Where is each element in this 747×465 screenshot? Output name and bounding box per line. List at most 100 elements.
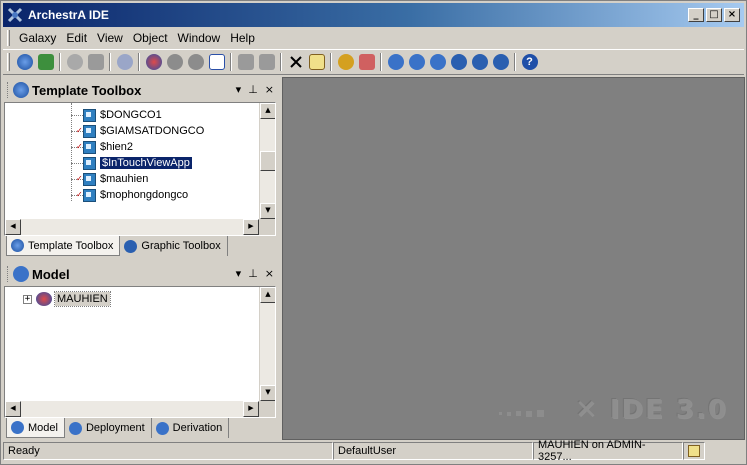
model-header[interactable]: Model ▾ ⊥ ×: [4, 262, 278, 286]
list-item[interactable]: ✓ $GIAMSATDONGCO: [71, 123, 204, 139]
template-toolbox-header[interactable]: Template Toolbox ▾ ⊥ ×: [4, 78, 278, 102]
properties-icon: [308, 54, 325, 70]
checkmark-button[interactable]: [469, 52, 490, 72]
status-user: DefaultUser: [333, 442, 533, 460]
status-galaxy: MAUHIEN on ADMIN-3257...: [533, 439, 683, 463]
scroll-down-button[interactable]: ▼: [260, 203, 275, 219]
tab-graphic-toolbox[interactable]: Graphic Toolbox: [120, 236, 228, 256]
template-toolbox-icon: [13, 82, 29, 98]
tab-template-toolbox[interactable]: Template Toolbox: [6, 236, 121, 256]
expand-icon[interactable]: +: [23, 294, 32, 304]
menu-window[interactable]: Window: [173, 31, 226, 45]
graphic-toolbox-tab-icon: [124, 239, 138, 253]
template-label: $DONGCO1: [100, 109, 162, 121]
pane-close-icon[interactable]: ×: [265, 267, 274, 280]
check-in-button[interactable]: [64, 52, 85, 72]
scroll-left-button[interactable]: ◀: [5, 401, 21, 417]
scroll-up-button[interactable]: ▲: [260, 287, 275, 303]
maximize-button[interactable]: □: [706, 8, 722, 22]
new-template-button[interactable]: [235, 52, 256, 72]
derivation-view-button[interactable]: [427, 52, 448, 72]
galaxy-icon: [16, 54, 33, 70]
horizontal-scrollbar[interactable]: ◀ ▶: [5, 401, 259, 417]
template-toolbox-title: Template Toolbox: [32, 82, 142, 98]
model-view-button[interactable]: [385, 52, 406, 72]
horizontal-scrollbar[interactable]: ◀ ▶: [5, 219, 259, 235]
scroll-left-button[interactable]: ◀: [5, 219, 21, 235]
resize-grip-icon[interactable]: [705, 442, 721, 460]
pane-close-icon[interactable]: ×: [265, 83, 274, 96]
archestra-logo-icon: [7, 7, 23, 23]
deployment-tab-icon: [68, 421, 82, 435]
check-in-icon: [66, 54, 83, 70]
list-item[interactable]: ✓ $mophongdongco: [71, 187, 188, 203]
deploy-icon: [145, 54, 162, 70]
link-button[interactable]: [114, 52, 135, 72]
model-tree[interactable]: + MAUHIEN ▲ ▼ ◀ ▶: [4, 286, 276, 418]
list-item[interactable]: $InTouchViewApp: [71, 155, 193, 171]
derivation-view-icon: [429, 54, 446, 70]
graphic-toolbox-icon: [450, 54, 467, 70]
scroll-right-button[interactable]: ▶: [243, 219, 259, 235]
model-view-icon: [387, 54, 404, 70]
pane-menu-icon[interactable]: ▾: [236, 267, 242, 280]
template-toolbox-pane: Template Toolbox ▾ ⊥ × $DONGCO1 ✓ $GIAMS…: [4, 78, 278, 257]
help-icon: ?: [521, 54, 538, 70]
title-bar[interactable]: ArchestrA IDE _ □ ×: [3, 3, 744, 27]
list-item[interactable]: $DONGCO1: [71, 107, 162, 123]
template-label-selected: $InTouchViewApp: [99, 156, 193, 170]
validate-button[interactable]: [206, 52, 227, 72]
menu-object[interactable]: Object: [128, 31, 173, 45]
editor-workspace[interactable]: ✕ IDE 3.0: [282, 77, 745, 440]
undeploy-button[interactable]: [164, 52, 185, 72]
import-button[interactable]: [35, 52, 56, 72]
deploy-button[interactable]: [143, 52, 164, 72]
checked-out-icon: ✓: [76, 141, 83, 151]
menu-galaxy[interactable]: Galaxy: [14, 31, 61, 45]
main-toolbar: ?: [3, 49, 744, 75]
menu-grip[interactable]: [7, 30, 10, 46]
toolbar-grip[interactable]: [7, 53, 10, 71]
menu-help[interactable]: Help: [225, 31, 260, 45]
redeploy-icon: [187, 54, 204, 70]
list-item[interactable]: ✓ $hien2: [71, 139, 133, 155]
new-instance-button[interactable]: [256, 52, 277, 72]
properties-button[interactable]: [306, 52, 327, 72]
scroll-down-button[interactable]: ▼: [260, 385, 275, 401]
template-label: $mophongdongco: [100, 189, 189, 201]
help-button[interactable]: ?: [519, 52, 540, 72]
template-icon: [83, 108, 96, 122]
model-title: Model: [32, 266, 70, 282]
graphic-toolbox-button[interactable]: [448, 52, 469, 72]
import-icon: [37, 54, 54, 70]
user-button[interactable]: [335, 52, 356, 72]
save-icon: [87, 54, 104, 70]
redeploy-button[interactable]: [185, 52, 206, 72]
scroll-right-button[interactable]: ▶: [243, 401, 259, 417]
config-button[interactable]: [356, 52, 377, 72]
model-icon: [13, 266, 29, 282]
menu-edit[interactable]: Edit: [61, 31, 92, 45]
delete-button[interactable]: [285, 52, 306, 72]
vertical-scrollbar[interactable]: ▲ ▼: [259, 103, 275, 219]
minimize-button[interactable]: _: [688, 8, 704, 22]
save-button[interactable]: [85, 52, 106, 72]
window-title: ArchestrA IDE: [28, 8, 109, 22]
template-tree[interactable]: $DONGCO1 ✓ $GIAMSATDONGCO ✓ $hien2 $InTo…: [4, 102, 276, 236]
list-item[interactable]: ✓ $mauhien: [71, 171, 148, 187]
pane-menu-icon[interactable]: ▾: [236, 83, 242, 96]
deployment-view-button[interactable]: [406, 52, 427, 72]
network-button[interactable]: [490, 52, 511, 72]
close-button[interactable]: ×: [724, 8, 740, 22]
vertical-scrollbar[interactable]: ▲ ▼: [259, 287, 275, 401]
pin-icon[interactable]: ⊥: [248, 267, 258, 280]
pin-icon[interactable]: ⊥: [248, 83, 258, 96]
scroll-up-button[interactable]: ▲: [260, 103, 275, 119]
tab-deployment[interactable]: Deployment: [65, 418, 152, 438]
menu-view[interactable]: View: [92, 31, 128, 45]
tab-model[interactable]: Model: [6, 418, 65, 438]
tree-node-root[interactable]: + MAUHIEN: [23, 291, 111, 307]
scroll-thumb[interactable]: [260, 151, 275, 171]
galaxy-button[interactable]: [14, 52, 35, 72]
tab-derivation[interactable]: Derivation: [152, 418, 230, 438]
